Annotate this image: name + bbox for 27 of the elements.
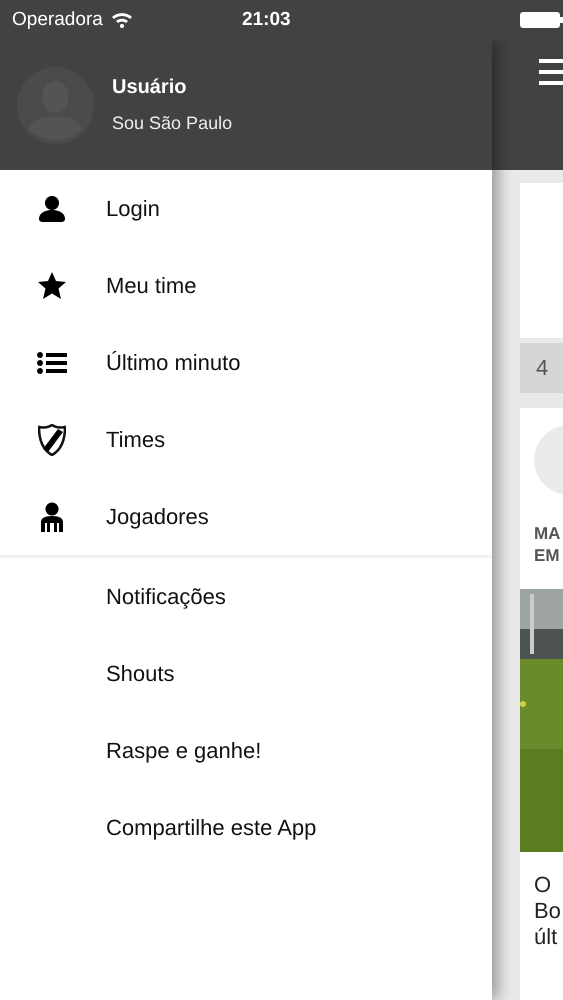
menu-item[interactable]: Raspe e ganhe!	[0, 712, 492, 789]
status-time: 21:03	[242, 9, 292, 31]
article-text: Bo	[534, 898, 562, 924]
wifi-icon	[110, 12, 133, 28]
person-icon	[38, 194, 66, 222]
section-label: 4	[520, 343, 563, 393]
menu-item[interactable]: Compartilhe este App	[0, 789, 492, 866]
headline-text: MA	[534, 523, 562, 545]
article-text: últ	[534, 924, 558, 950]
menu-item[interactable]: Último minuto	[0, 324, 492, 401]
star-icon	[38, 272, 66, 299]
menu-item[interactable]: Notificações	[0, 558, 492, 635]
user-name: Usuário	[112, 76, 188, 99]
headline-text: EM	[534, 545, 560, 567]
menu-item[interactable]: Shouts	[0, 635, 492, 712]
carrier-name: Operadora	[12, 9, 103, 31]
list-icon	[37, 352, 67, 374]
battery-icon	[519, 11, 563, 29]
menu-icon[interactable]	[539, 57, 563, 87]
menu-item[interactable]: Jogadores	[0, 478, 492, 555]
menu-item[interactable]: Login	[0, 170, 492, 247]
menu-item[interactable]: Meu time	[0, 247, 492, 324]
shield-icon	[38, 424, 66, 456]
player-icon	[38, 502, 66, 532]
article-text: O	[534, 872, 552, 898]
user-subtitle: Sou São Paulo	[112, 113, 232, 134]
menu-item[interactable]: Times	[0, 401, 492, 478]
